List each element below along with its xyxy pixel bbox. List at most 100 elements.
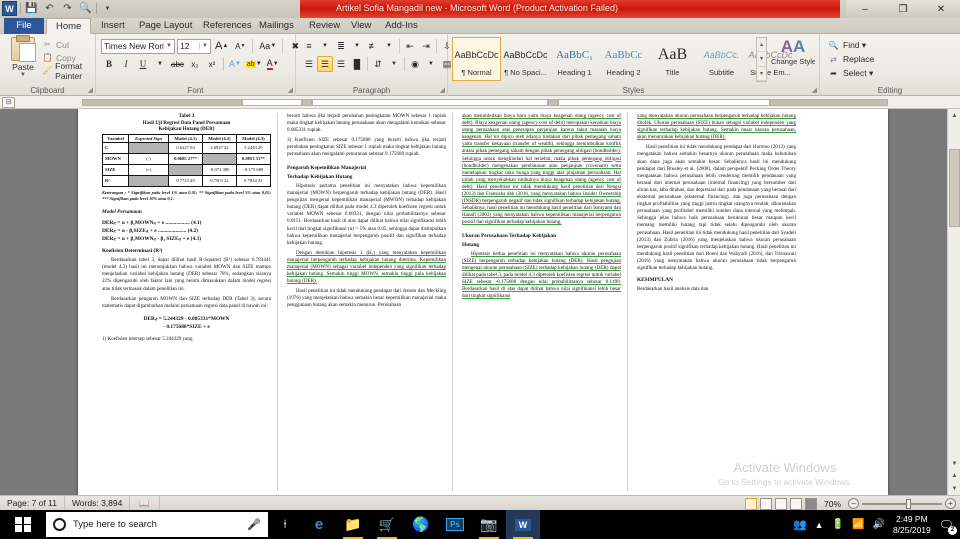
format-painter-button[interactable]: 🖌 Format Painter xyxy=(42,61,95,81)
shading-icon[interactable]: ◉ xyxy=(407,56,423,72)
font-size-combo[interactable]: 12 ▼ xyxy=(177,38,211,54)
align-right-icon[interactable]: ☰ xyxy=(333,56,349,72)
wifi-icon[interactable]: 📶 xyxy=(852,519,864,530)
zoom-slider[interactable] xyxy=(862,498,942,509)
tab-home[interactable]: Home xyxy=(46,18,92,34)
shrink-font-button[interactable]: A ▼ xyxy=(232,38,248,54)
style-heading-2[interactable]: AaBbCc Heading 2 xyxy=(599,37,648,81)
paragraph-dialog-launcher[interactable]: ◢ xyxy=(440,86,445,94)
text-highlight-color-button[interactable]: ab ▼ xyxy=(244,56,264,72)
volume-icon[interactable]: 🔊 xyxy=(872,519,884,530)
battery-icon[interactable]: 🔋 xyxy=(832,519,844,530)
subscript-button[interactable]: x₂ xyxy=(187,56,203,72)
page-indicator[interactable]: Page: 7 of 11 xyxy=(0,495,65,511)
style-normal[interactable]: AaBbCcDc ¶ Normal xyxy=(452,37,501,81)
change-styles-button[interactable]: AA Change Styles ▾ xyxy=(771,37,815,66)
clipboard-dialog-launcher[interactable]: ◢ xyxy=(88,86,93,94)
web-layout-view-button[interactable] xyxy=(774,497,787,510)
zoom-slider-thumb[interactable] xyxy=(906,498,911,509)
zoom-level[interactable]: 70% xyxy=(820,499,845,509)
search-input[interactable]: Type here to search 🎤 xyxy=(46,512,268,537)
chevron-down-icon-2[interactable]: ▼ xyxy=(199,43,208,49)
cut-button[interactable]: ✂ Cut xyxy=(42,38,95,51)
microsoft-store-icon[interactable]: 🛒 xyxy=(370,510,404,539)
proofing-icon[interactable]: 📖 xyxy=(130,495,160,511)
tab-add-ins[interactable]: Add-Ins xyxy=(376,18,427,34)
style-heading-1[interactable]: AaBbC₁ Heading 1 xyxy=(550,37,599,81)
outline-view-button[interactable] xyxy=(789,497,802,510)
taskbar-clock[interactable]: 2:49 PM 8/25/2019 xyxy=(893,514,931,536)
print-preview-icon[interactable]: 🔍 xyxy=(78,2,93,16)
minimize-button[interactable]: – xyxy=(846,0,884,18)
ruler[interactable]: ⊟ xyxy=(0,96,960,109)
change-case-button[interactable]: Aa ▼ xyxy=(257,38,278,54)
full-screen-reading-view-button[interactable] xyxy=(759,497,772,510)
word-app-icon[interactable]: W xyxy=(2,1,17,16)
superscript-button[interactable]: x² xyxy=(204,56,220,72)
undo-icon[interactable]: ↶ xyxy=(42,2,57,16)
show-hidden-icons-icon[interactable]: ▲ xyxy=(815,520,824,530)
decrease-indent-icon[interactable]: ⇤ xyxy=(402,38,418,54)
select-button[interactable]: ➦ Select ▾ xyxy=(820,66,960,80)
styles-dialog-launcher[interactable]: ◢ xyxy=(812,86,817,94)
chevron-down-icon[interactable]: ▼ xyxy=(163,43,172,49)
increase-indent-icon[interactable]: ⇥ xyxy=(418,38,434,54)
bullets-icon[interactable]: ≡ xyxy=(301,38,317,54)
underline-button[interactable]: U xyxy=(135,56,151,72)
multilevel-caret[interactable]: ▼ xyxy=(381,38,397,54)
font-color-button[interactable]: A ▼ xyxy=(265,56,281,72)
paste-button[interactable]: Paste ▼ xyxy=(6,35,40,78)
photoshop-icon[interactable]: Ps xyxy=(438,510,472,539)
people-icon[interactable]: 👥 xyxy=(793,518,807,531)
edge-icon[interactable]: e xyxy=(302,510,336,539)
redo-icon[interactable]: ↷ xyxy=(60,2,75,16)
draft-view-button[interactable] xyxy=(804,497,817,510)
justify-icon[interactable]: █ xyxy=(349,56,365,72)
text-effects-button[interactable]: A ▼ xyxy=(227,56,243,72)
scroll-down-icon[interactable]: ▼ xyxy=(949,458,960,469)
tab-insert[interactable]: Insert xyxy=(92,18,134,34)
close-button[interactable]: ✕ xyxy=(922,0,960,18)
styles-scroll-down-icon[interactable]: ▾ xyxy=(757,52,766,67)
word-count[interactable]: Words: 3,894 xyxy=(65,495,131,511)
document-page[interactable]: Tabel 3 Hasil Uji Regresi Data Panel Per… xyxy=(78,109,888,495)
tab-file[interactable]: File xyxy=(4,18,44,34)
chrome-icon[interactable]: 🌎 xyxy=(404,510,438,539)
align-center-icon[interactable]: ☰ xyxy=(317,56,333,72)
microphone-icon[interactable]: 🎤 xyxy=(247,518,261,531)
word-icon[interactable]: W xyxy=(506,510,540,539)
ruler-col3-track[interactable] xyxy=(558,99,770,106)
tab-stop-selector[interactable]: ⊟ xyxy=(2,97,15,108)
ribbon-tab-bar[interactable]: File Home Insert Page Layout References … xyxy=(0,18,960,34)
zoom-out-button[interactable]: − xyxy=(848,498,859,509)
file-explorer-icon[interactable]: 📁 xyxy=(336,510,370,539)
styles-gallery[interactable]: AaBbCcDc ¶ Normal AaBbCcDc ¶ No Spaci...… xyxy=(452,37,795,81)
ruler-col2-track[interactable] xyxy=(312,99,548,106)
previous-page-icon[interactable]: ▲ xyxy=(949,470,960,481)
shading-caret[interactable]: ▼ xyxy=(423,56,439,72)
style-no-spacing[interactable]: AaBbCcDc ¶ No Spaci... xyxy=(501,37,550,81)
tab-mailings[interactable]: Mailings xyxy=(250,18,303,34)
numbering-icon[interactable]: ≣ xyxy=(333,38,349,54)
vertical-scrollbar[interactable]: ▲ ▼ ▲ ▼ xyxy=(947,109,960,495)
task-view-icon[interactable]: ⍿ xyxy=(268,510,302,539)
document-canvas[interactable]: Tabel 3 Hasil Uji Regresi Data Panel Per… xyxy=(0,109,960,495)
styles-gallery-scrollbar[interactable]: ▴ ▾ ▾ xyxy=(756,37,767,82)
align-left-icon[interactable]: ☰ xyxy=(301,56,317,72)
replace-button[interactable]: ⇄ Replace xyxy=(820,52,960,66)
styles-scroll-up-icon[interactable]: ▴ xyxy=(757,38,766,53)
save-icon[interactable]: 💾 xyxy=(24,2,39,16)
tab-page-layout[interactable]: Page Layout xyxy=(130,18,201,34)
customize-qat-icon[interactable]: ▼ xyxy=(100,2,115,16)
numbering-caret[interactable]: ▼ xyxy=(349,38,365,54)
regression-results-table[interactable]: Variabel Expected Sign Model (4.1) Model… xyxy=(101,133,272,187)
bullets-caret[interactable]: ▼ xyxy=(317,38,333,54)
paste-dropdown-caret[interactable]: ▼ xyxy=(6,72,40,78)
scroll-up-icon[interactable]: ▲ xyxy=(949,110,960,121)
underline-caret[interactable]: ▼ xyxy=(152,56,168,72)
bold-button[interactable]: B xyxy=(101,56,117,72)
styles-more-icon[interactable]: ▾ xyxy=(757,67,766,81)
grow-font-button[interactable]: A ▲ xyxy=(213,38,230,54)
find-button[interactable]: 🔍 Find ▾ xyxy=(820,38,960,52)
font-dialog-launcher[interactable]: ◢ xyxy=(288,86,293,94)
